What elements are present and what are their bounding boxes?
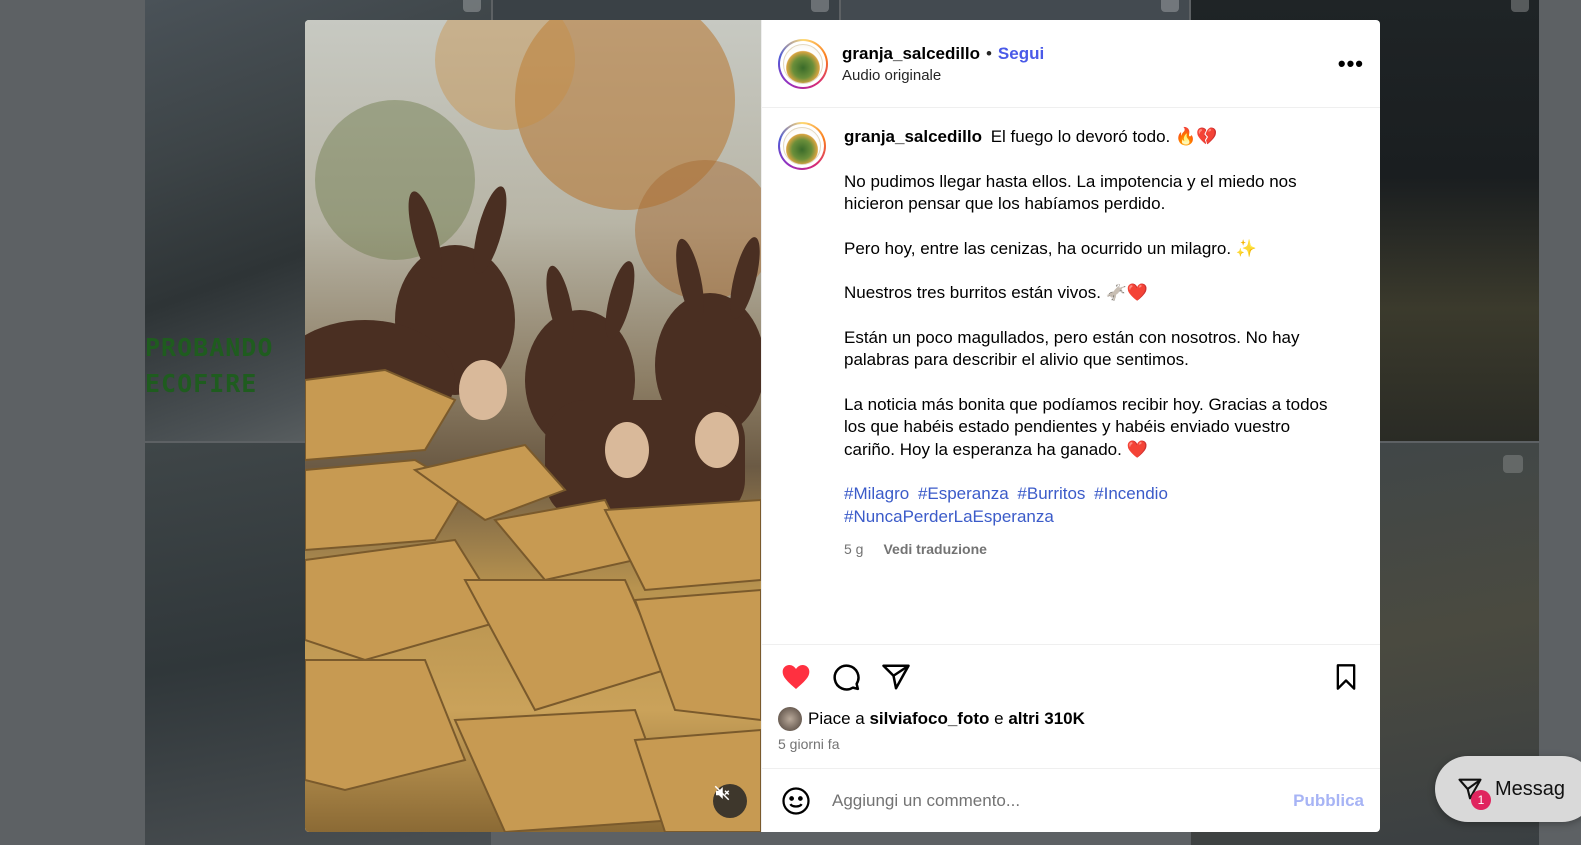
comment-input[interactable] [832,790,1276,811]
caption-avatar[interactable] [778,122,826,170]
post-time[interactable]: 5 giorni fa [778,736,1364,752]
author-username[interactable]: granja_salcedillo [842,44,980,64]
share-button[interactable] [878,659,914,695]
share-icon [882,664,910,690]
caption-username[interactable]: granja_salcedillo [844,127,982,146]
separator-dot: • [985,43,992,63]
caption-paragraph: No pudimos llegar hasta ellos. La impote… [844,171,1297,214]
caption-paragraph: Nuestros tres burritos están vivos. 🫏❤️ [844,283,1149,302]
bookmark-icon [1336,664,1356,690]
reel-icon [1511,0,1529,12]
likes-prefix: Piace a [808,709,865,728]
caption-paragraph: Pero hoy, entre las cenizas, ha ocurrido… [844,238,1257,258]
liker-avatar [778,707,802,731]
comment-icon [833,664,860,691]
likes-conjunction: e [994,709,1004,728]
caption-age[interactable]: 5 g [844,538,863,561]
post-header: granja_salcedillo • Segui Audio original… [762,20,1380,108]
emoji-icon [782,786,810,815]
emoji-button[interactable] [778,783,814,819]
audio-link[interactable]: Audio originale [842,67,1338,84]
messages-label: Messag [1495,777,1566,800]
publish-button[interactable]: Pubblica [1293,791,1364,811]
messenger-icon: 1 [1455,774,1491,810]
caption-first-line: El fuego lo devoró todo. 🔥💔 [990,127,1218,146]
comment-composer: Pubblica [762,768,1380,832]
caption-text: granja_salcedillo El fuego lo devoró tod… [844,122,1339,561]
post-sidebar: granja_salcedillo • Segui Audio original… [761,20,1380,832]
hashtag-link[interactable]: #Burritos [1017,484,1085,503]
post-video[interactable] [305,20,761,832]
hashtags: #Milagro #Esperanza #Burritos #Incendio … [844,483,1339,528]
unread-badge: 1 [1471,790,1491,810]
like-button[interactable] [778,659,814,695]
hashtag-link[interactable]: #NuncaPerderLaEsperanza [844,507,1054,526]
likes-others[interactable]: altri 310K [1008,709,1085,729]
heart-filled-icon [782,665,810,689]
hashtag-link[interactable]: #Esperanza [918,484,1009,503]
more-options-button[interactable]: ••• [1338,51,1364,77]
mute-toggle-button[interactable] [713,784,747,818]
reel-icon [811,0,829,12]
reel-icon [1503,455,1523,473]
reel-icon [1161,0,1179,12]
messages-button[interactable]: 1 Messag [1435,756,1581,822]
comment-button[interactable] [828,659,864,695]
hashtag-link[interactable]: #Incendio [1094,484,1168,503]
hashtag-link[interactable]: #Milagro [844,484,909,503]
follow-button[interactable]: Segui [998,44,1044,64]
likes-summary[interactable]: Piace a silviafoco_foto e altri 310K [778,707,1364,731]
muted-speaker-icon [714,785,730,801]
caption-paragraph: La noticia más bonita que podíamos recib… [844,394,1328,459]
post-modal: granja_salcedillo • Segui Audio original… [305,20,1380,832]
caption-paragraph: Están un poco magullados, pero están con… [844,327,1300,370]
reel-icon [463,0,481,12]
translate-button[interactable]: Vedi traduzione [883,538,986,561]
liker-username[interactable]: silviafoco_foto [869,709,989,729]
caption-section: granja_salcedillo El fuego lo devoró tod… [762,108,1380,644]
save-button[interactable] [1328,659,1364,695]
action-bar: Piace a silviafoco_foto e altri 310K 5 g… [762,644,1380,752]
avatar[interactable] [778,38,828,89]
